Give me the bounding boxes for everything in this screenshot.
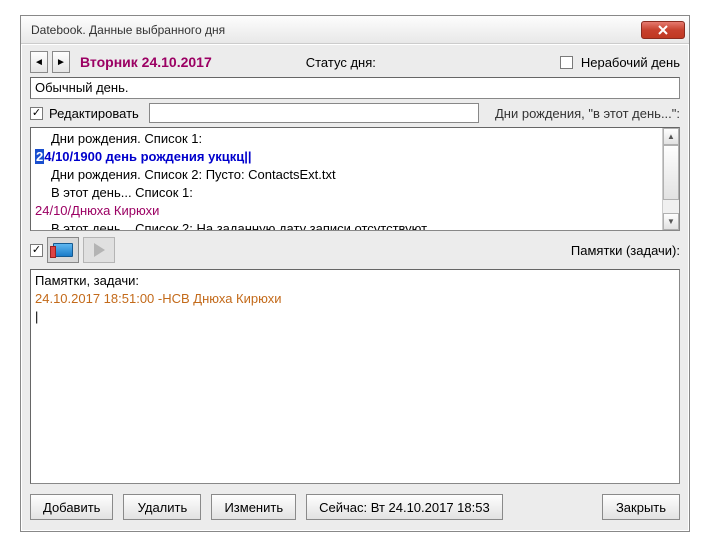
onthisday-list2-header: В этот день... Список 2: На заданную дат… xyxy=(51,220,675,231)
edit-field[interactable] xyxy=(149,103,479,123)
close-window-button[interactable] xyxy=(641,21,685,39)
scroll-down-button[interactable]: ▼ xyxy=(663,213,679,230)
content-area: ◄ ► Вторник 24.10.2017 Статус дня: Нераб… xyxy=(21,44,689,531)
play-icon xyxy=(94,243,105,257)
edit-checkbox[interactable] xyxy=(30,107,43,120)
play-button[interactable] xyxy=(83,237,115,263)
notes-panel[interactable]: Памятки, задачи: 24.10.2017 18:51:00 -НС… xyxy=(30,269,680,484)
titlebar[interactable]: Datebook. Данные выбранного дня xyxy=(21,16,689,44)
delete-button[interactable]: Удалить xyxy=(123,494,201,520)
onthisday-list1-header: В этот день... Список 1: xyxy=(51,184,675,202)
open-folder-button[interactable] xyxy=(47,237,79,263)
memo-section-label: Памятки (задачи): xyxy=(571,243,680,258)
events-scrollbar[interactable]: ▲ ▼ xyxy=(662,128,679,230)
events-panel[interactable]: Дни рождения. Список 1: 24/10/1900 день … xyxy=(30,127,680,231)
add-button[interactable]: Добавить xyxy=(30,494,113,520)
window-title: Datebook. Данные выбранного дня xyxy=(31,23,641,37)
scroll-up-button[interactable]: ▲ xyxy=(663,128,679,145)
scroll-thumb[interactable] xyxy=(663,145,679,200)
non-working-label: Нерабочий день xyxy=(581,55,680,70)
prev-day-button[interactable]: ◄ xyxy=(30,51,48,73)
memo-toolbar: Памятки (задачи): xyxy=(30,235,680,265)
birthdays-section-label: Дни рождения, "в этот день...": xyxy=(495,106,680,121)
notes-cursor: | xyxy=(35,308,675,326)
button-row: Добавить Удалить Изменить Сейчас: Вт 24.… xyxy=(30,488,680,520)
notes-entry: 24.10.2017 18:51:00 -НСВ Днюха Кирюхи xyxy=(35,290,675,308)
scroll-track[interactable] xyxy=(663,145,679,213)
notes-header: Памятки, задачи: xyxy=(35,272,675,290)
window-frame: Datebook. Данные выбранного дня ◄ ► Втор… xyxy=(20,15,690,532)
date-row: ◄ ► Вторник 24.10.2017 Статус дня: Нераб… xyxy=(30,51,680,73)
status-label: Статус дня: xyxy=(306,55,376,70)
current-date: Вторник 24.10.2017 xyxy=(80,54,212,70)
events-date-highlight: 2 xyxy=(35,149,44,164)
memo-checkbox[interactable] xyxy=(30,244,43,257)
now-button[interactable]: Сейчас: Вт 24.10.2017 18:53 xyxy=(306,494,503,520)
events-birthday-entry: 24/10/1900 день рождения укцкц|| xyxy=(35,148,675,166)
edit-button[interactable]: Изменить xyxy=(211,494,296,520)
onthisday-entry: 24/10/Днюха Кирюхи xyxy=(35,202,675,220)
edit-row: Редактировать Дни рождения, "в этот день… xyxy=(30,103,680,123)
events-list2-header: Дни рождения. Список 2: Пусто: ContactsE… xyxy=(51,166,675,184)
events-list1-header: Дни рождения. Список 1: xyxy=(51,130,675,148)
edit-label: Редактировать xyxy=(49,106,139,121)
day-description-input[interactable]: Обычный день. xyxy=(30,77,680,99)
close-button[interactable]: Закрыть xyxy=(602,494,680,520)
next-day-button[interactable]: ► xyxy=(52,51,70,73)
non-working-checkbox[interactable] xyxy=(560,56,573,69)
close-icon xyxy=(658,25,668,35)
folder-icon xyxy=(53,243,73,257)
